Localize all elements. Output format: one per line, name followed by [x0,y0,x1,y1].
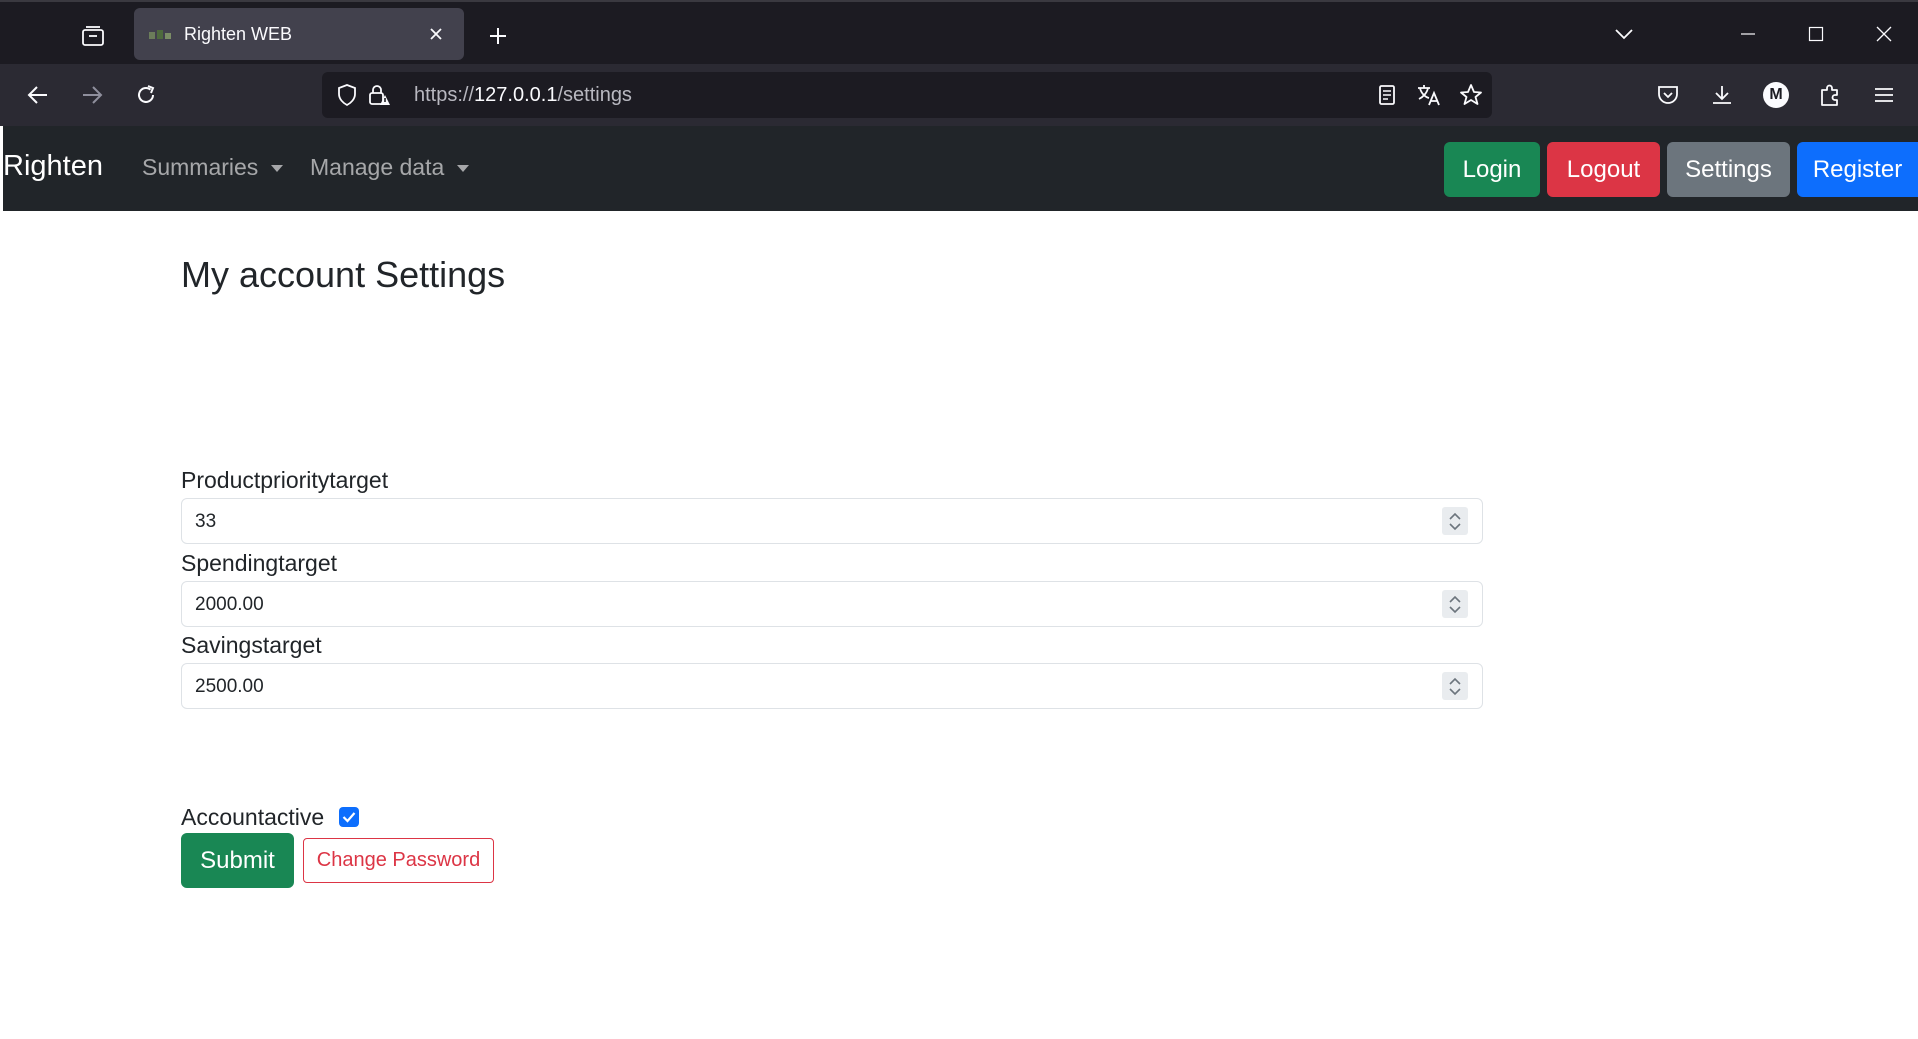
caret-down-icon [271,165,284,172]
menu-manage-data[interactable]: Manage data [310,154,470,181]
close-window-button[interactable] [1860,14,1908,54]
firefox-view-button[interactable] [70,18,116,54]
translate-icon[interactable] [1416,82,1442,108]
site-navbar: Righten Summaries Manage data Login Logo… [3,126,1918,211]
login-button[interactable]: Login [1444,142,1540,197]
avatar: M [1763,82,1789,108]
maximize-button[interactable] [1792,14,1840,54]
browser-window: Righten WEB https://127.0.0.1/settings M… [0,0,1918,1039]
accountactive-label: Accountactive [181,804,325,830]
tab-title: Righten WEB [184,23,293,44]
caret-down-icon [457,165,470,172]
accountactive-checkbox[interactable] [339,807,359,827]
register-button[interactable]: Register [1797,142,1918,197]
number-spinner-icon[interactable] [1442,672,1468,700]
tab-strip: Righten WEB [0,0,1918,64]
arrow-left-icon [27,86,47,104]
reload-button[interactable] [126,75,166,115]
settings-button[interactable]: Settings [1667,142,1790,197]
close-icon [1876,26,1892,42]
change-password-button[interactable]: Change Password [303,838,494,883]
tab-list-icon [82,26,104,46]
menu-button[interactable] [1864,75,1904,115]
productprioritytarget-label: Productprioritytarget [181,467,389,493]
list-all-tabs-button[interactable] [1600,14,1648,54]
productprioritytarget-input[interactable]: 33 [181,498,1483,544]
menu-manage-data-label: Manage data [310,154,445,180]
chevron-down-icon [1615,29,1633,40]
checkmark-icon [342,812,356,823]
productprioritytarget-value: 33 [195,511,217,532]
savingstarget-input[interactable]: 2500.00 [181,663,1483,709]
active-tab[interactable]: Righten WEB [134,8,464,60]
pocket-button[interactable] [1648,75,1688,115]
account-button[interactable]: M [1756,75,1796,115]
extensions-button[interactable] [1810,75,1850,115]
logout-button[interactable]: Logout [1547,142,1660,197]
puzzle-icon [1821,84,1838,106]
number-spinner-icon[interactable] [1442,590,1468,618]
plus-icon [490,28,506,44]
spendingtarget-value: 2000.00 [195,594,264,615]
back-button[interactable] [18,75,58,115]
bookmark-star-icon[interactable] [1458,82,1484,108]
reader-view-icon[interactable] [1374,82,1400,108]
brand-link[interactable]: Righten [3,150,103,183]
page-content: Righten Summaries Manage data Login Logo… [3,126,1918,1039]
hamburger-icon [1875,88,1893,102]
number-spinner-icon[interactable] [1442,507,1468,535]
reload-icon [138,85,155,103]
pocket-icon [1658,86,1678,104]
page-title: My account Settings [181,254,506,295]
submit-button[interactable]: Submit [181,833,294,888]
downloads-button[interactable] [1702,75,1742,115]
browser-toolbar: https://127.0.0.1/settings M [0,64,1918,126]
url-text[interactable]: https://127.0.0.1/settings [414,84,632,107]
maximize-icon [1808,26,1824,42]
minimize-icon [1741,33,1755,35]
new-tab-button[interactable] [478,16,518,56]
url-bar[interactable]: https://127.0.0.1/settings [322,72,1492,118]
forward-button[interactable] [72,75,112,115]
savingstarget-label: Savingstarget [181,632,322,658]
spendingtarget-input[interactable]: 2000.00 [181,581,1483,627]
savingstarget-value: 2500.00 [195,676,264,697]
menu-summaries[interactable]: Summaries [142,154,284,181]
shield-icon[interactable] [334,82,360,108]
minimize-button[interactable] [1724,14,1772,54]
menu-summaries-label: Summaries [142,154,259,180]
download-icon [1713,86,1731,104]
arrow-right-icon [83,86,103,104]
site-favicon-icon [148,25,174,43]
spendingtarget-label: Spendingtarget [181,550,338,576]
tab-close-icon[interactable] [422,20,450,48]
lock-warning-icon[interactable] [366,82,392,108]
